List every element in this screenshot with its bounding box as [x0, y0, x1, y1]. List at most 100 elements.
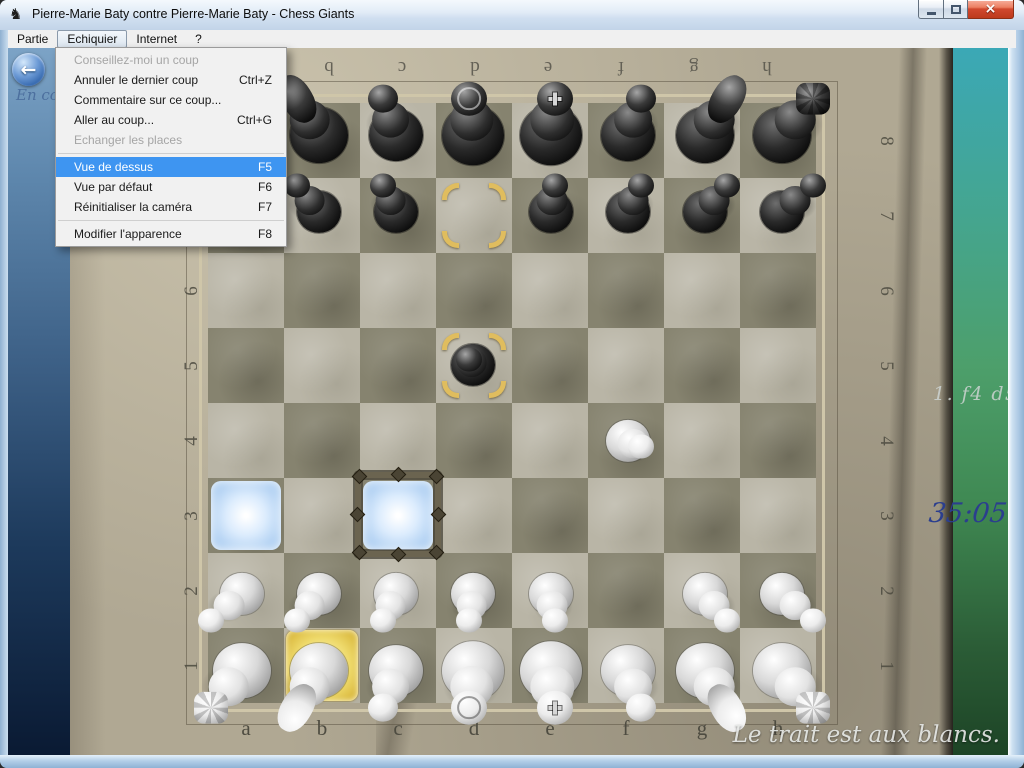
board-square-b5[interactable] [284, 328, 360, 403]
file-label-top-h: h [755, 56, 779, 78]
rank-label-right-8: 8 [873, 129, 897, 153]
board-square-c6[interactable] [360, 253, 436, 328]
piece-white-queen-d1[interactable] [436, 628, 512, 703]
menu-item-shortcut: F6 [258, 177, 272, 197]
piece-white-pawn-e2[interactable] [512, 553, 588, 628]
menu-bar: PartieEchiquierInternet? [8, 30, 1016, 48]
board-square-h4[interactable] [740, 403, 816, 478]
back-arrow-icon: ← [21, 55, 37, 85]
board-square-f2[interactable] [588, 553, 664, 628]
board-square-b4[interactable] [284, 403, 360, 478]
piece-black-pawn-c7[interactable] [360, 178, 436, 253]
piece-white-pawn-h2[interactable] [740, 553, 816, 628]
piece-black-pawn-e7[interactable] [512, 178, 588, 253]
piece-black-rook-h8[interactable] [740, 103, 816, 178]
gold-corner [442, 183, 459, 200]
piece-white-pawn-f4[interactable] [588, 403, 664, 478]
file-label-bottom-a: a [234, 716, 258, 741]
board-square-a4[interactable] [208, 403, 284, 478]
board-square-e3[interactable] [512, 478, 588, 553]
rank-label-right-5: 5 [873, 354, 897, 378]
piece-white-bishop-c1[interactable] [360, 628, 436, 703]
file-label-top-b: b [317, 56, 341, 78]
board-square-g4[interactable] [664, 403, 740, 478]
piece-white-knight-b1[interactable] [284, 628, 360, 703]
piece-black-pawn-d5[interactable] [436, 328, 512, 403]
board-square-f3[interactable] [588, 478, 664, 553]
board-square-h3[interactable] [740, 478, 816, 553]
menu-item-shortcut: F5 [258, 157, 272, 177]
piece-black-bishop-f8[interactable] [588, 103, 664, 178]
piece-black-pawn-g7[interactable] [664, 178, 740, 253]
piece-white-bishop-f1[interactable] [588, 628, 664, 703]
menu-item-shortcut: Ctrl+Z [239, 70, 272, 90]
piece-white-pawn-b2[interactable] [284, 553, 360, 628]
board-square-h5[interactable] [740, 328, 816, 403]
piece-white-pawn-a2[interactable] [208, 553, 284, 628]
piece-black-pawn-b7[interactable] [284, 178, 360, 253]
board-square-c5[interactable] [360, 328, 436, 403]
piece-black-knight-g8[interactable] [664, 103, 740, 178]
menu-item-conseillez-moi-un-coup: Conseillez-moi un coup [56, 50, 286, 70]
board-square-e5[interactable] [512, 328, 588, 403]
window-frame-bottom [0, 755, 1024, 768]
board-square-f6[interactable] [588, 253, 664, 328]
piece-black-king-e8[interactable] [512, 103, 588, 178]
close-button[interactable]: × [968, 0, 1014, 19]
menubar-item-help[interactable]: ? [186, 30, 211, 48]
rank-label-left-5: 5 [181, 354, 205, 378]
minimize-button[interactable] [918, 0, 943, 19]
piece-black-bishop-c8[interactable] [360, 103, 436, 178]
piece-white-pawn-c2[interactable] [360, 553, 436, 628]
menu-item-aller-au-coup[interactable]: Aller au coup...Ctrl+G [56, 110, 286, 130]
menu-item-r-initialiser-la-cam-ra[interactable]: Réinitialiser la caméraF7 [56, 197, 286, 217]
board-square-g5[interactable] [664, 328, 740, 403]
board-square-a6[interactable] [208, 253, 284, 328]
maximize-button[interactable] [943, 0, 968, 19]
title-bar[interactable]: ♞ Pierre-Marie Baty contre Pierre-Marie … [0, 0, 1024, 31]
menu-item-commentaire-sur-ce-coup[interactable]: Commentaire sur ce coup... [56, 90, 286, 110]
menubar-item-echiquier[interactable]: Echiquier [57, 30, 127, 48]
menu-item-vue-de-dessus[interactable]: Vue de dessusF5 [56, 157, 286, 177]
rank-label-left-3: 3 [181, 504, 205, 528]
menu-item-shortcut: F8 [258, 224, 272, 244]
menu-item-vue-par-d-faut[interactable]: Vue par défautF6 [56, 177, 286, 197]
board-square-b6[interactable] [284, 253, 360, 328]
board-square-g3[interactable] [664, 478, 740, 553]
board-square-e4[interactable] [512, 403, 588, 478]
piece-black-pawn-h7[interactable] [740, 178, 816, 253]
piece-black-pawn-f7[interactable] [588, 178, 664, 253]
echiquier-dropdown-menu: Conseillez-moi un coupAnnuler le dernier… [55, 47, 287, 247]
menu-item-label: Commentaire sur ce coup... [74, 90, 221, 110]
menu-item-label: Aller au coup... [74, 110, 154, 130]
piece-white-pawn-d2[interactable] [436, 553, 512, 628]
board-square-a5[interactable] [208, 328, 284, 403]
menu-item-modifier-l-apparence[interactable]: Modifier l'apparenceF8 [56, 224, 286, 244]
piece-white-knight-g1[interactable] [664, 628, 740, 703]
board-square-h6[interactable] [740, 253, 816, 328]
close-icon: × [985, 1, 997, 17]
board-square-d4[interactable] [436, 403, 512, 478]
menubar-item-internet[interactable]: Internet [127, 30, 186, 48]
piece-black-queen-d8[interactable] [436, 103, 512, 178]
back-button[interactable]: ← [12, 53, 45, 86]
menu-item-label: Annuler le dernier coup [74, 70, 198, 90]
piece-white-king-e1[interactable] [512, 628, 588, 703]
piece-white-pawn-g2[interactable] [664, 553, 740, 628]
menu-item-label: Conseillez-moi un coup [74, 50, 199, 70]
board-square-g6[interactable] [664, 253, 740, 328]
menu-item-label: Echanger les places [74, 130, 182, 150]
board-square-f5[interactable] [588, 328, 664, 403]
app-window: ♞ Pierre-Marie Baty contre Pierre-Marie … [0, 0, 1024, 768]
chess-knight-icon: ♞ [9, 6, 27, 24]
file-label-bottom-b: b [310, 716, 334, 741]
window-title: Pierre-Marie Baty contre Pierre-Marie Ba… [32, 7, 354, 21]
board-square-e6[interactable] [512, 253, 588, 328]
board-square-d3[interactable] [436, 478, 512, 553]
board-square-d6[interactable] [436, 253, 512, 328]
menubar-item-partie[interactable]: Partie [8, 30, 57, 48]
menu-item-annuler-le-dernier-coup[interactable]: Annuler le dernier coup Ctrl+Z [56, 70, 286, 90]
board-square-b3[interactable] [284, 478, 360, 553]
piece-white-rook-h1[interactable] [740, 628, 816, 703]
piece-black-knight-b8[interactable] [284, 103, 360, 178]
